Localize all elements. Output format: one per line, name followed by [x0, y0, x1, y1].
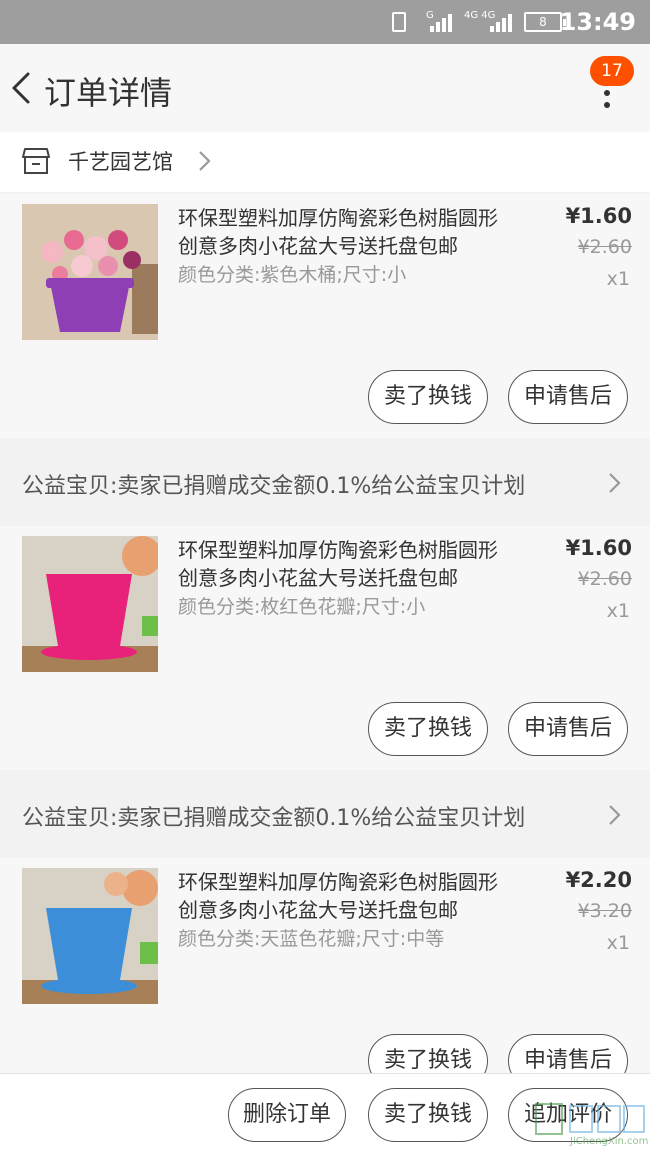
product-quantity: x1: [606, 600, 630, 622]
pot-shape: [46, 908, 132, 980]
product-spec: 颜色分类:紫色木桶;尺寸:小: [178, 264, 407, 286]
chevron-right-icon: [609, 805, 621, 825]
product-item[interactable]: 环保型塑料加厚仿陶瓷彩色树脂圆形创意多肉小花盆大号送托盘包邮 颜色分类:紫色木桶…: [0, 194, 650, 438]
product-image: [22, 204, 158, 340]
watermark-logo: JiChengXin.com: [530, 1098, 648, 1154]
vibrate-icon: [392, 12, 406, 32]
charity-text: 公益宝贝:卖家已捐赠成交金额0.1%给公益宝贝计划: [22, 806, 526, 831]
product-price: ¥1.60: [565, 536, 632, 560]
shop-icon: [22, 148, 50, 174]
product-price: ¥2.20: [565, 868, 632, 892]
page-title: 订单详情: [44, 74, 173, 112]
battery-icon: 8: [524, 12, 566, 32]
back-arrow-icon[interactable]: [6, 70, 42, 106]
product-item[interactable]: 环保型塑料加厚仿陶瓷彩色树脂圆形创意多肉小花盆大号送托盘包邮 颜色分类:天蓝色花…: [0, 858, 650, 1088]
status-bar: G 4G 4G 8 13:49: [0, 0, 650, 44]
product-original-price: ¥2.60: [577, 236, 632, 258]
product-image: [22, 868, 158, 1004]
header: 订单详情 17: [0, 44, 650, 132]
product-original-price: ¥3.20: [577, 900, 632, 922]
sell-button[interactable]: 卖了换钱: [368, 702, 488, 756]
product-spec: 颜色分类:天蓝色花瓣;尺寸:中等: [178, 928, 445, 950]
pot-shape: [50, 282, 130, 332]
shop-row[interactable]: 千艺园艺馆: [0, 132, 650, 192]
sell-button[interactable]: 卖了换钱: [368, 370, 488, 424]
product-item[interactable]: 环保型塑料加厚仿陶瓷彩色树脂圆形创意多肉小花盆大号送托盘包邮 颜色分类:枚红色花…: [0, 526, 650, 770]
pot-shape: [46, 574, 132, 646]
product-quantity: x1: [606, 268, 630, 290]
charity-text: 公益宝贝:卖家已捐赠成交金额0.1%给公益宝贝计划: [22, 474, 526, 499]
signal-icon-2: [490, 10, 512, 32]
product-original-price: ¥2.60: [577, 568, 632, 590]
chevron-right-icon: [199, 151, 211, 171]
product-title: 环保型塑料加厚仿陶瓷彩色树脂圆形创意多肉小花盆大号送托盘包邮: [178, 870, 498, 922]
more-menu-icon[interactable]: [590, 80, 624, 120]
after-sale-button[interactable]: 申请售后: [508, 370, 628, 424]
charity-notice[interactable]: 公益宝贝:卖家已捐赠成交金额0.1%给公益宝贝计划: [0, 770, 650, 858]
notification-badge: 17: [590, 56, 634, 86]
delete-order-button[interactable]: 删除订单: [228, 1088, 346, 1142]
sell-button[interactable]: 卖了换钱: [368, 1088, 488, 1142]
after-sale-button[interactable]: 申请售后: [508, 702, 628, 756]
product-title: 环保型塑料加厚仿陶瓷彩色树脂圆形创意多肉小花盆大号送托盘包邮: [178, 538, 498, 590]
charity-notice[interactable]: 公益宝贝:卖家已捐赠成交金额0.1%给公益宝贝计划: [0, 438, 650, 526]
clock: 13:49: [559, 8, 636, 36]
product-price: ¥1.60: [565, 204, 632, 228]
product-quantity: x1: [606, 932, 630, 954]
product-title: 环保型塑料加厚仿陶瓷彩色树脂圆形创意多肉小花盆大号送托盘包邮: [178, 206, 498, 258]
product-image: [22, 536, 158, 672]
shop-name: 千艺园艺馆: [68, 150, 173, 174]
chevron-right-icon: [609, 473, 621, 493]
signal-icon: [430, 10, 452, 32]
product-spec: 颜色分类:枚红色花瓣;尺寸:小: [178, 596, 426, 618]
watermark-text: JiChengXin.com: [570, 1136, 649, 1147]
